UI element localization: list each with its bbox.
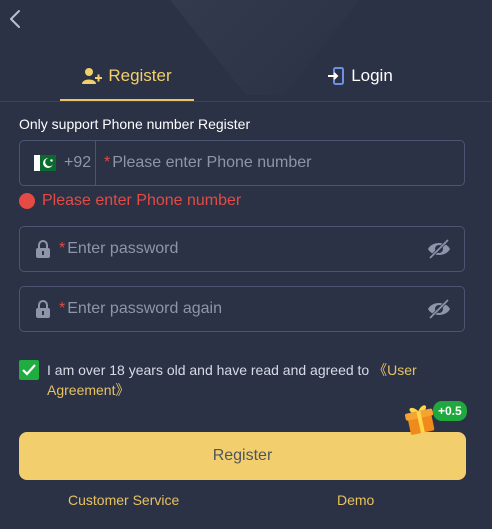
tabs-divider (0, 101, 492, 102)
register-button[interactable]: Register (19, 432, 466, 480)
chevron-left-icon (10, 10, 20, 28)
password-again-field[interactable]: * Enter password again (19, 286, 465, 332)
agreement-text: I am over 18 years old and have read and… (47, 360, 459, 400)
tab-login[interactable]: Login (315, 52, 405, 100)
phone-placeholder: Please enter Phone number (112, 154, 312, 171)
user-add-icon (82, 68, 103, 84)
phone-register-note: Only support Phone number Register (19, 116, 251, 132)
phone-input[interactable]: * Please enter Phone number (96, 154, 311, 172)
phone-field[interactable]: +92 * Please enter Phone number (19, 140, 465, 186)
lock-icon (36, 240, 50, 258)
required-mark: * (59, 300, 66, 317)
required-mark: * (59, 240, 66, 257)
login-icon (328, 67, 345, 85)
password-field[interactable]: * Enter password (19, 226, 465, 272)
tab-register-label: Register (108, 66, 172, 85)
country-code-selector[interactable]: +92 (20, 141, 96, 185)
bonus-badge: +0.5 (433, 401, 467, 421)
phone-error: Please enter Phone number (19, 192, 241, 210)
demo-link[interactable]: Demo (337, 492, 374, 508)
eye-off-icon[interactable] (426, 298, 452, 320)
password-again-input[interactable]: * Enter password again (59, 300, 222, 318)
password-placeholder: Enter password (67, 240, 179, 257)
customer-service-link[interactable]: Customer Service (68, 492, 179, 508)
required-mark: * (104, 154, 111, 171)
tab-login-label: Login (351, 66, 393, 85)
gift-icon (405, 405, 435, 435)
back-button[interactable] (4, 6, 26, 32)
pakistan-flag-icon (34, 155, 56, 171)
lock-icon (36, 300, 50, 318)
agreement-row: I am over 18 years old and have read and… (19, 360, 459, 400)
check-icon (22, 364, 36, 376)
tab-register[interactable]: Register (60, 52, 194, 100)
phone-error-text: Please enter Phone number (42, 192, 242, 209)
auth-tabs: Register Login (0, 52, 492, 101)
country-code: +92 (64, 154, 92, 171)
eye-off-icon[interactable] (426, 238, 452, 260)
agreement-statement: I am over 18 years old and have read and… (47, 362, 374, 378)
password-again-placeholder: Enter password again (67, 300, 222, 317)
agreement-checkbox[interactable] (19, 360, 39, 380)
error-icon (19, 193, 35, 209)
password-input[interactable]: * Enter password (59, 240, 178, 258)
